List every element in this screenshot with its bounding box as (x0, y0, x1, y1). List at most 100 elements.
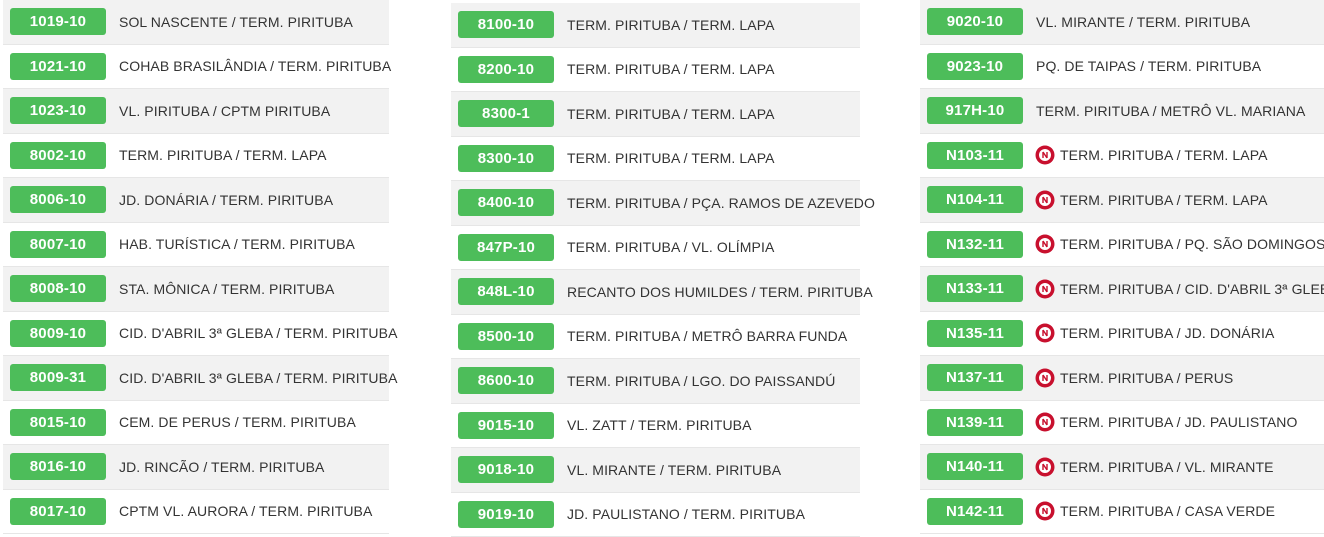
lines-column-1: 1019-10 SOL NASCENTE / TERM. PIRITUBA 10… (3, 0, 389, 534)
route-name: TERM. PIRITUBA / VL. MIRANTE (1060, 459, 1274, 475)
line-code-badge[interactable]: N104-11 (927, 186, 1023, 213)
route-name: TERM. PIRITUBA / PQ. SÃO DOMINGOS (1060, 236, 1324, 252)
route-name: TERM. PIRITUBA / METRÔ BARRA FUNDA (567, 328, 847, 344)
line-code-badge[interactable]: 8008-10 (10, 275, 106, 302)
line-code-badge[interactable]: N139-11 (927, 409, 1023, 436)
bus-line-row-9019-10[interactable]: 9019-10 JD. PAULISTANO / TERM. PIRITUBA (451, 493, 860, 537)
bus-line-row-8009-10[interactable]: 8009-10 CID. D'ABRIL 3ª GLEBA / TERM. PI… (3, 312, 389, 357)
line-code-badge[interactable]: 8100-10 (458, 11, 554, 38)
bus-line-row-9018-10[interactable]: 9018-10 VL. MIRANTE / TERM. PIRITUBA (451, 448, 860, 493)
line-code-badge[interactable]: 1019-10 (10, 8, 106, 35)
bus-line-row-8006-10[interactable]: 8006-10 JD. DONÁRIA / TERM. PIRITUBA (3, 178, 389, 223)
line-code-badge[interactable]: 8017-10 (10, 498, 106, 525)
line-code-badge[interactable]: N103-11 (927, 142, 1023, 169)
bus-line-row-847p-10[interactable]: 847P-10 TERM. PIRITUBA / VL. OLÍMPIA (451, 226, 860, 271)
route-name: CEM. DE PERUS / TERM. PIRITUBA (119, 414, 356, 430)
bus-line-row-8300-10[interactable]: 8300-10 TERM. PIRITUBA / TERM. LAPA (451, 137, 860, 182)
bus-line-row-1021-10[interactable]: 1021-10 COHAB BRASILÂNDIA / TERM. PIRITU… (3, 45, 389, 90)
line-code-badge[interactable]: N133-11 (927, 275, 1023, 302)
bus-line-row-8600-10[interactable]: 8600-10 TERM. PIRITUBA / LGO. DO PAISSAN… (451, 359, 860, 404)
line-code-badge[interactable]: N132-11 (927, 231, 1023, 258)
route-name: CID. D'ABRIL 3ª GLEBA / TERM. PIRITUBA (119, 325, 398, 341)
bus-line-row-8400-10[interactable]: 8400-10 TERM. PIRITUBA / PÇA. RAMOS DE A… (451, 181, 860, 226)
line-code-badge[interactable]: 9019-10 (458, 501, 554, 528)
line-code-badge[interactable]: 9018-10 (458, 456, 554, 483)
line-code-badge[interactable]: 848L-10 (458, 278, 554, 305)
route-name: TERM. PIRITUBA / TERM. LAPA (567, 106, 775, 122)
line-code-badge[interactable]: 847P-10 (458, 234, 554, 261)
bus-line-row-n132-11[interactable]: N132-11 TERM. PIRITUBA / PQ. SÃO DOMINGO… (920, 223, 1324, 268)
bus-line-row-n140-11[interactable]: N140-11 TERM. PIRITUBA / VL. MIRANTE (920, 445, 1324, 490)
route-name: CID. D'ABRIL 3ª GLEBA / TERM. PIRITUBA (119, 370, 398, 386)
route-name: VL. MIRANTE / TERM. PIRITUBA (1036, 14, 1250, 30)
bus-line-row-9020-10[interactable]: 9020-10 VL. MIRANTE / TERM. PIRITUBA (920, 0, 1324, 45)
route-name: PQ. DE TAIPAS / TERM. PIRITUBA (1036, 58, 1261, 74)
route-name: TERM. PIRITUBA / TERM. LAPA (567, 61, 775, 77)
bus-line-row-n133-11[interactable]: N133-11 TERM. PIRITUBA / CID. D'ABRIL 3ª… (920, 267, 1324, 312)
line-code-badge[interactable]: 8002-10 (10, 142, 106, 169)
route-name: TERM. PIRITUBA / JD. PAULISTANO (1060, 414, 1298, 430)
bus-line-row-8015-10[interactable]: 8015-10 CEM. DE PERUS / TERM. PIRITUBA (3, 401, 389, 446)
route-name: HAB. TURÍSTICA / TERM. PIRITUBA (119, 236, 355, 252)
bus-line-row-1023-10[interactable]: 1023-10 VL. PIRITUBA / CPTM PIRITUBA (3, 89, 389, 134)
line-code-badge[interactable]: 8009-10 (10, 320, 106, 347)
bus-line-row-8300-1[interactable]: 8300-1 TERM. PIRITUBA / TERM. LAPA (451, 92, 860, 137)
bus-line-row-8007-10[interactable]: 8007-10 HAB. TURÍSTICA / TERM. PIRITUBA (3, 223, 389, 268)
line-code-badge[interactable]: 8500-10 (458, 323, 554, 350)
bus-line-row-n142-11[interactable]: N142-11 TERM. PIRITUBA / CASA VERDE (920, 490, 1324, 535)
line-code-badge[interactable]: 8006-10 (10, 186, 106, 213)
line-code-badge[interactable]: 917H-10 (927, 97, 1023, 124)
bus-line-row-8200-10[interactable]: 8200-10 TERM. PIRITUBA / TERM. LAPA (451, 48, 860, 93)
bus-line-row-8016-10[interactable]: 8016-10 JD. RINCÃO / TERM. PIRITUBA (3, 445, 389, 490)
line-code-badge[interactable]: N142-11 (927, 498, 1023, 525)
line-code-badge[interactable]: 8016-10 (10, 453, 106, 480)
night-service-icon (1035, 457, 1055, 477)
route-name: TERM. PIRITUBA / CID. D'ABRIL 3ª GLEBA (1060, 281, 1324, 297)
line-code-badge[interactable]: N140-11 (927, 453, 1023, 480)
route-name: TERM. PIRITUBA / PÇA. RAMOS DE AZEVEDO (567, 195, 875, 211)
line-code-badge[interactable]: 9020-10 (927, 8, 1023, 35)
bus-line-row-n135-11[interactable]: N135-11 TERM. PIRITUBA / JD. DONÁRIA (920, 312, 1324, 357)
route-name: VL. MIRANTE / TERM. PIRITUBA (567, 462, 781, 478)
line-code-badge[interactable]: N137-11 (927, 364, 1023, 391)
bus-line-row-1019-10[interactable]: 1019-10 SOL NASCENTE / TERM. PIRITUBA (3, 0, 389, 45)
line-code-badge[interactable]: 8400-10 (458, 189, 554, 216)
bus-line-row-8500-10[interactable]: 8500-10 TERM. PIRITUBA / METRÔ BARRA FUN… (451, 315, 860, 360)
bus-line-row-8002-10[interactable]: 8002-10 TERM. PIRITUBA / TERM. LAPA (3, 134, 389, 179)
lines-column-2: 8100-10 TERM. PIRITUBA / TERM. LAPA 8200… (451, 3, 860, 537)
line-code-badge[interactable]: 8300-1 (458, 100, 554, 127)
bus-line-row-9023-10[interactable]: 9023-10 PQ. DE TAIPAS / TERM. PIRITUBA (920, 45, 1324, 90)
line-code-badge[interactable]: 8007-10 (10, 231, 106, 258)
night-service-icon (1035, 323, 1055, 343)
bus-line-row-n137-11[interactable]: N137-11 TERM. PIRITUBA / PERUS (920, 356, 1324, 401)
line-code-badge[interactable]: 8015-10 (10, 409, 106, 436)
line-code-badge[interactable]: 9023-10 (927, 53, 1023, 80)
bus-line-row-9015-10[interactable]: 9015-10 VL. ZATT / TERM. PIRITUBA (451, 404, 860, 449)
line-code-badge[interactable]: 8200-10 (458, 56, 554, 83)
line-code-badge[interactable]: 8300-10 (458, 145, 554, 172)
bus-line-row-8009-31[interactable]: 8009-31 CID. D'ABRIL 3ª GLEBA / TERM. PI… (3, 356, 389, 401)
route-name: TERM. PIRITUBA / TERM. LAPA (119, 147, 327, 163)
line-code-badge[interactable]: 1021-10 (10, 53, 106, 80)
route-name: JD. PAULISTANO / TERM. PIRITUBA (567, 506, 805, 522)
lines-column-3: 9020-10 VL. MIRANTE / TERM. PIRITUBA 902… (920, 0, 1324, 534)
line-code-badge[interactable]: 8600-10 (458, 367, 554, 394)
line-code-badge[interactable]: 8009-31 (10, 364, 106, 391)
night-service-icon (1035, 368, 1055, 388)
line-code-badge[interactable]: 1023-10 (10, 97, 106, 124)
night-service-icon (1035, 234, 1055, 254)
line-code-badge[interactable]: N135-11 (927, 320, 1023, 347)
bus-line-row-917h-10[interactable]: 917H-10 TERM. PIRITUBA / METRÔ VL. MARIA… (920, 89, 1324, 134)
bus-line-row-8100-10[interactable]: 8100-10 TERM. PIRITUBA / TERM. LAPA (451, 3, 860, 48)
route-name: TERM. PIRITUBA / METRÔ VL. MARIANA (1036, 103, 1305, 119)
bus-line-row-n104-11[interactable]: N104-11 TERM. PIRITUBA / TERM. LAPA (920, 178, 1324, 223)
bus-line-row-8008-10[interactable]: 8008-10 STA. MÔNICA / TERM. PIRITUBA (3, 267, 389, 312)
bus-line-row-848l-10[interactable]: 848L-10 RECANTO DOS HUMILDES / TERM. PIR… (451, 270, 860, 315)
route-name: SOL NASCENTE / TERM. PIRITUBA (119, 14, 353, 30)
bus-line-row-n139-11[interactable]: N139-11 TERM. PIRITUBA / JD. PAULISTANO (920, 401, 1324, 446)
bus-line-row-n103-11[interactable]: N103-11 TERM. PIRITUBA / TERM. LAPA (920, 134, 1324, 179)
bus-line-row-8017-10[interactable]: 8017-10 CPTM VL. AURORA / TERM. PIRITUBA (3, 490, 389, 535)
route-name: TERM. PIRITUBA / CASA VERDE (1060, 503, 1275, 519)
line-code-badge[interactable]: 9015-10 (458, 412, 554, 439)
route-name: TERM. PIRITUBA / TERM. LAPA (1060, 147, 1268, 163)
